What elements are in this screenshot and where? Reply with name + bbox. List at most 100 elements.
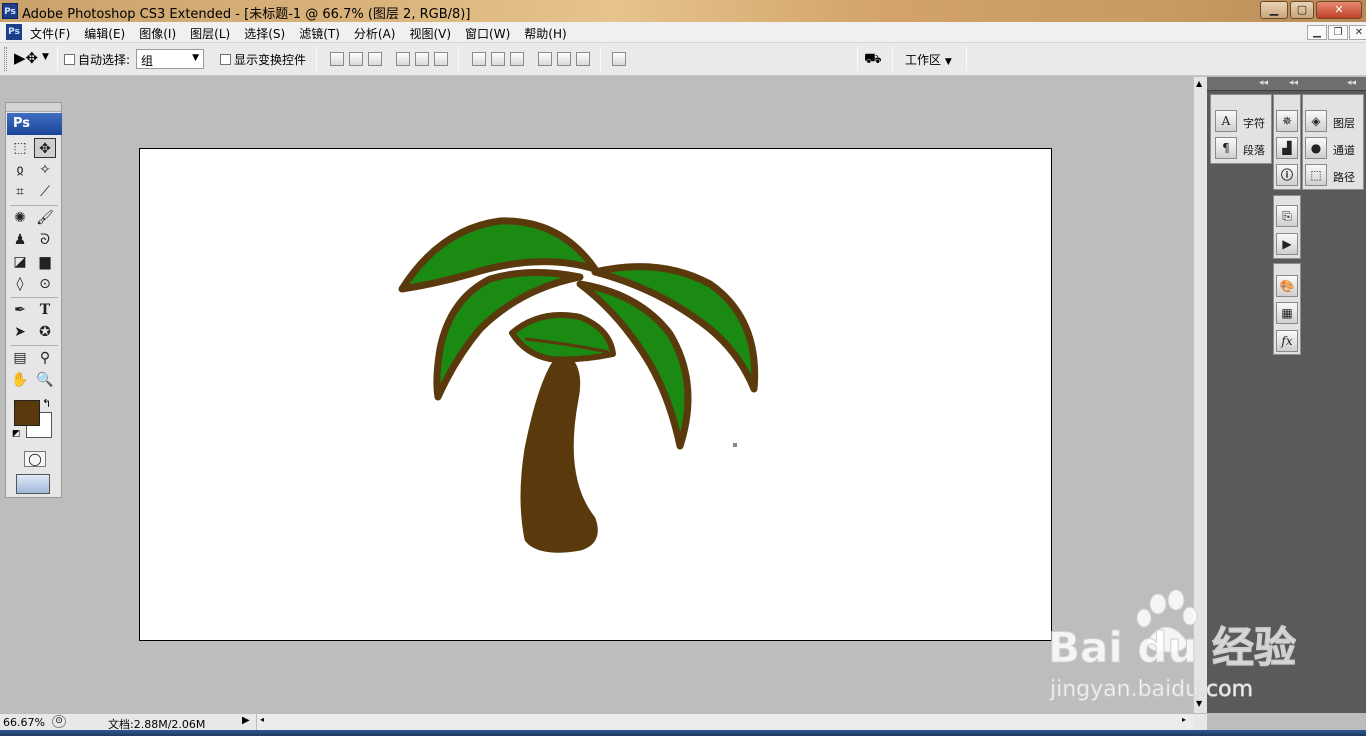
auto-align-layers-icon[interactable]	[612, 52, 626, 66]
collapse-icon[interactable]: ◂◂	[1259, 78, 1268, 88]
menu-item[interactable]: 滤镜(T)	[299, 25, 347, 42]
menu-item[interactable]: 选择(S)	[244, 25, 292, 42]
actions-icon[interactable]: ▶	[1276, 233, 1298, 255]
distribute-left-icon[interactable]	[538, 52, 552, 66]
align-bottom-icon[interactable]	[368, 52, 382, 66]
distribute-hcenter-icon[interactable]	[557, 52, 571, 66]
distribute-vcenter-icon[interactable]	[491, 52, 505, 66]
eraser-icon[interactable]: ◪	[9, 252, 31, 272]
info-icon[interactable]: ⓘ	[1276, 164, 1298, 186]
collapse-icon[interactable]: ◂◂	[1347, 78, 1356, 88]
align-right-icon[interactable]	[434, 52, 448, 66]
default-colors-icon[interactable]: ◩	[12, 429, 21, 439]
dock-header[interactable]: ◂◂ ◂◂ ◂◂	[1207, 77, 1366, 91]
screen-mode-icon[interactable]	[16, 474, 50, 494]
maximize-icon[interactable]: ▢	[1290, 1, 1314, 19]
doc-restore-icon[interactable]: ❐	[1328, 25, 1348, 40]
menu-item[interactable]: 图层(L)	[190, 25, 237, 42]
styles-icon[interactable]: fx	[1276, 330, 1298, 352]
color-icon[interactable]: 🎨	[1276, 275, 1298, 297]
paths-label[interactable]: 路径	[1333, 169, 1355, 185]
baidu-watermark: Bai du 经验 jingyan.baidu.com	[1048, 588, 1298, 708]
bridge-icon[interactable]: ⛟	[864, 51, 882, 69]
blur-icon[interactable]: ◊	[9, 274, 31, 294]
auto-select-checkbox[interactable]	[64, 54, 75, 65]
chevron-down-icon[interactable]: ▼	[42, 52, 49, 62]
workspace-button[interactable]: 工作区 ▼	[905, 51, 952, 68]
move-tool-icon[interactable]: ✥	[34, 138, 56, 158]
scroll-right-icon[interactable]: ▸	[1182, 715, 1186, 724]
paths-icon[interactable]: ⬚	[1305, 164, 1327, 186]
doc-close-icon[interactable]: ✕	[1349, 25, 1366, 40]
horizontal-scrollbar[interactable]: ◂ ▸	[256, 714, 1193, 730]
layers-label[interactable]: 图层	[1333, 115, 1355, 131]
status-menu-arrow-icon[interactable]: ▶	[242, 715, 250, 726]
align-top-icon[interactable]	[330, 52, 344, 66]
tools-panel-header[interactable]	[6, 103, 61, 112]
navigator-icon[interactable]: ✵	[1276, 110, 1298, 132]
align-vcenter-icon[interactable]	[349, 52, 363, 66]
gradient-icon[interactable]: ▆	[34, 252, 56, 272]
pen-icon[interactable]: ✒	[9, 300, 31, 320]
channels-label[interactable]: 通道	[1333, 142, 1355, 158]
menu-item[interactable]: 窗口(W)	[465, 25, 517, 42]
histogram-icon[interactable]: ▟	[1276, 137, 1298, 159]
grip-handle[interactable]	[4, 47, 7, 71]
character-label[interactable]: 字符	[1243, 115, 1265, 131]
lasso-icon[interactable]: ჲ	[9, 160, 31, 180]
type-icon[interactable]: T	[34, 300, 56, 320]
menu-item[interactable]: 分析(A)	[354, 25, 403, 42]
layers-icon[interactable]: ◈	[1305, 110, 1327, 132]
rect-marquee-icon[interactable]: ⬚	[9, 138, 31, 158]
show-transform-checkbox[interactable]	[220, 54, 231, 65]
zoom-icon[interactable]: 🔍	[34, 370, 56, 390]
custom-shape-icon[interactable]: ✪	[34, 322, 56, 342]
close-icon[interactable]: ✕	[1316, 1, 1362, 19]
path-select-icon[interactable]: ➤	[9, 322, 31, 342]
move-tool-preset-icon[interactable]: ▶✥	[14, 49, 38, 67]
magic-wand-icon[interactable]: ✧	[34, 160, 56, 180]
character-icon[interactable]: A	[1215, 110, 1237, 132]
zoom-icon[interactable]: ⊙	[52, 715, 66, 728]
crop-icon[interactable]: ⌗	[9, 182, 31, 202]
menu-item[interactable]: 编辑(E)	[84, 25, 132, 42]
slice-icon[interactable]: ⟋	[34, 182, 56, 202]
paragraph-icon[interactable]: ¶	[1215, 137, 1237, 159]
align-left-icon[interactable]	[396, 52, 410, 66]
foreground-color-swatch[interactable]	[14, 400, 40, 426]
separator	[10, 205, 58, 206]
brush-icon[interactable]: 🖌	[34, 208, 56, 228]
auto-select-dropdown[interactable]: 组 ▼	[136, 49, 204, 69]
menu-item[interactable]: 文件(F)	[30, 25, 77, 42]
dodge-icon[interactable]: ⊙	[34, 274, 56, 294]
distribute-top-icon[interactable]	[472, 52, 486, 66]
channels-icon[interactable]: ●	[1305, 137, 1327, 159]
scroll-left-icon[interactable]: ◂	[260, 715, 264, 724]
menu-item[interactable]: 帮助(H)	[524, 25, 573, 42]
align-hcenter-icon[interactable]	[415, 52, 429, 66]
quick-mask-icon[interactable]: ◯	[24, 451, 46, 467]
swap-colors-icon[interactable]: ↰	[42, 397, 51, 410]
doc-minimize-icon[interactable]: ▁	[1307, 25, 1327, 40]
distribute-right-icon[interactable]	[576, 52, 590, 66]
history-brush-icon[interactable]: ᘐ	[34, 230, 56, 250]
collapse-icon[interactable]: ◂◂	[1289, 78, 1298, 88]
chevron-down-icon: ▼	[192, 53, 199, 63]
document-canvas[interactable]	[139, 148, 1052, 641]
minimize-icon[interactable]: ▁	[1260, 1, 1288, 19]
distribute-bottom-icon[interactable]	[510, 52, 524, 66]
history-icon[interactable]: ⎘	[1276, 205, 1298, 227]
swatches-icon[interactable]: ▦	[1276, 302, 1298, 324]
document-icon[interactable]: Ps	[6, 24, 22, 40]
clone-stamp-icon[interactable]: ♟	[9, 230, 31, 250]
tools-ps-badge[interactable]: Ps	[7, 113, 62, 135]
eyedropper-icon[interactable]: ⚲	[34, 348, 56, 368]
scroll-up-icon[interactable]: ▲	[1196, 79, 1202, 88]
menu-item[interactable]: 图像(I)	[139, 25, 183, 42]
notes-icon[interactable]: ▤	[9, 348, 31, 368]
menu-item[interactable]: 视图(V)	[409, 25, 458, 42]
healing-brush-icon[interactable]: ✺	[9, 208, 31, 228]
paragraph-label[interactable]: 段落	[1243, 142, 1265, 158]
hand-icon[interactable]: ✋	[9, 370, 31, 390]
zoom-level[interactable]: 66.67%	[3, 716, 45, 729]
